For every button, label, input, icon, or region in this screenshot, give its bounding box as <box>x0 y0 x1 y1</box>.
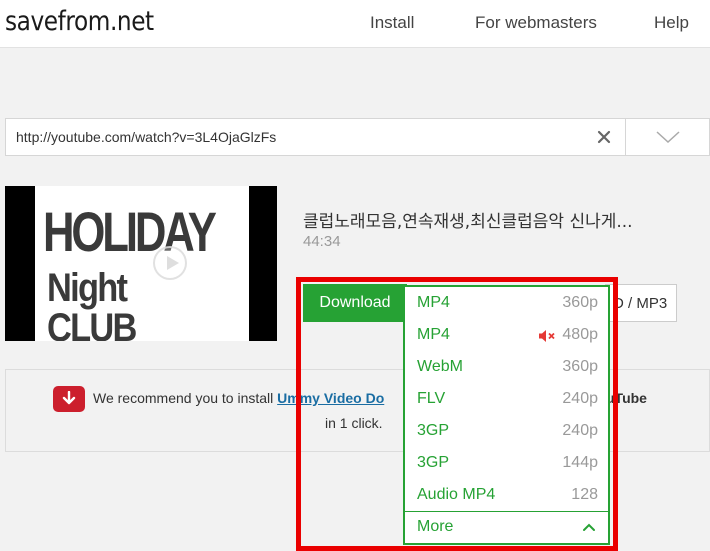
thumbnail-text-line1: HOLIDAY <box>43 200 217 263</box>
url-search-bar <box>5 118 710 156</box>
url-input[interactable] <box>16 119 576 155</box>
video-duration: 44:34 <box>303 233 341 250</box>
close-icon[interactable] <box>592 125 616 149</box>
thumbnail-image: HOLIDAY Night CLUB <box>35 186 249 341</box>
recommend-prefix: We recommend you to install <box>93 390 278 406</box>
site-logo[interactable]: savefrom.net <box>5 6 154 37</box>
top-nav-bar: savefrom.net Install For webmasters Help <box>0 0 710 48</box>
video-title: 클럽노래모음,연속재생,최신클럽음악 신나게... <box>303 212 633 232</box>
thumbnail-text-line2: Night CLUB <box>47 266 137 341</box>
nav-install[interactable]: Install <box>370 13 414 33</box>
nav-help[interactable]: Help <box>654 13 689 33</box>
chevron-down-icon[interactable] <box>626 119 710 155</box>
nav-for-webmasters[interactable]: For webmasters <box>475 13 597 33</box>
download-arrow-icon <box>53 386 85 412</box>
highlight-annotation-box <box>296 277 618 551</box>
play-icon[interactable] <box>153 246 187 280</box>
video-thumbnail[interactable]: HOLIDAY Night CLUB <box>5 186 277 341</box>
